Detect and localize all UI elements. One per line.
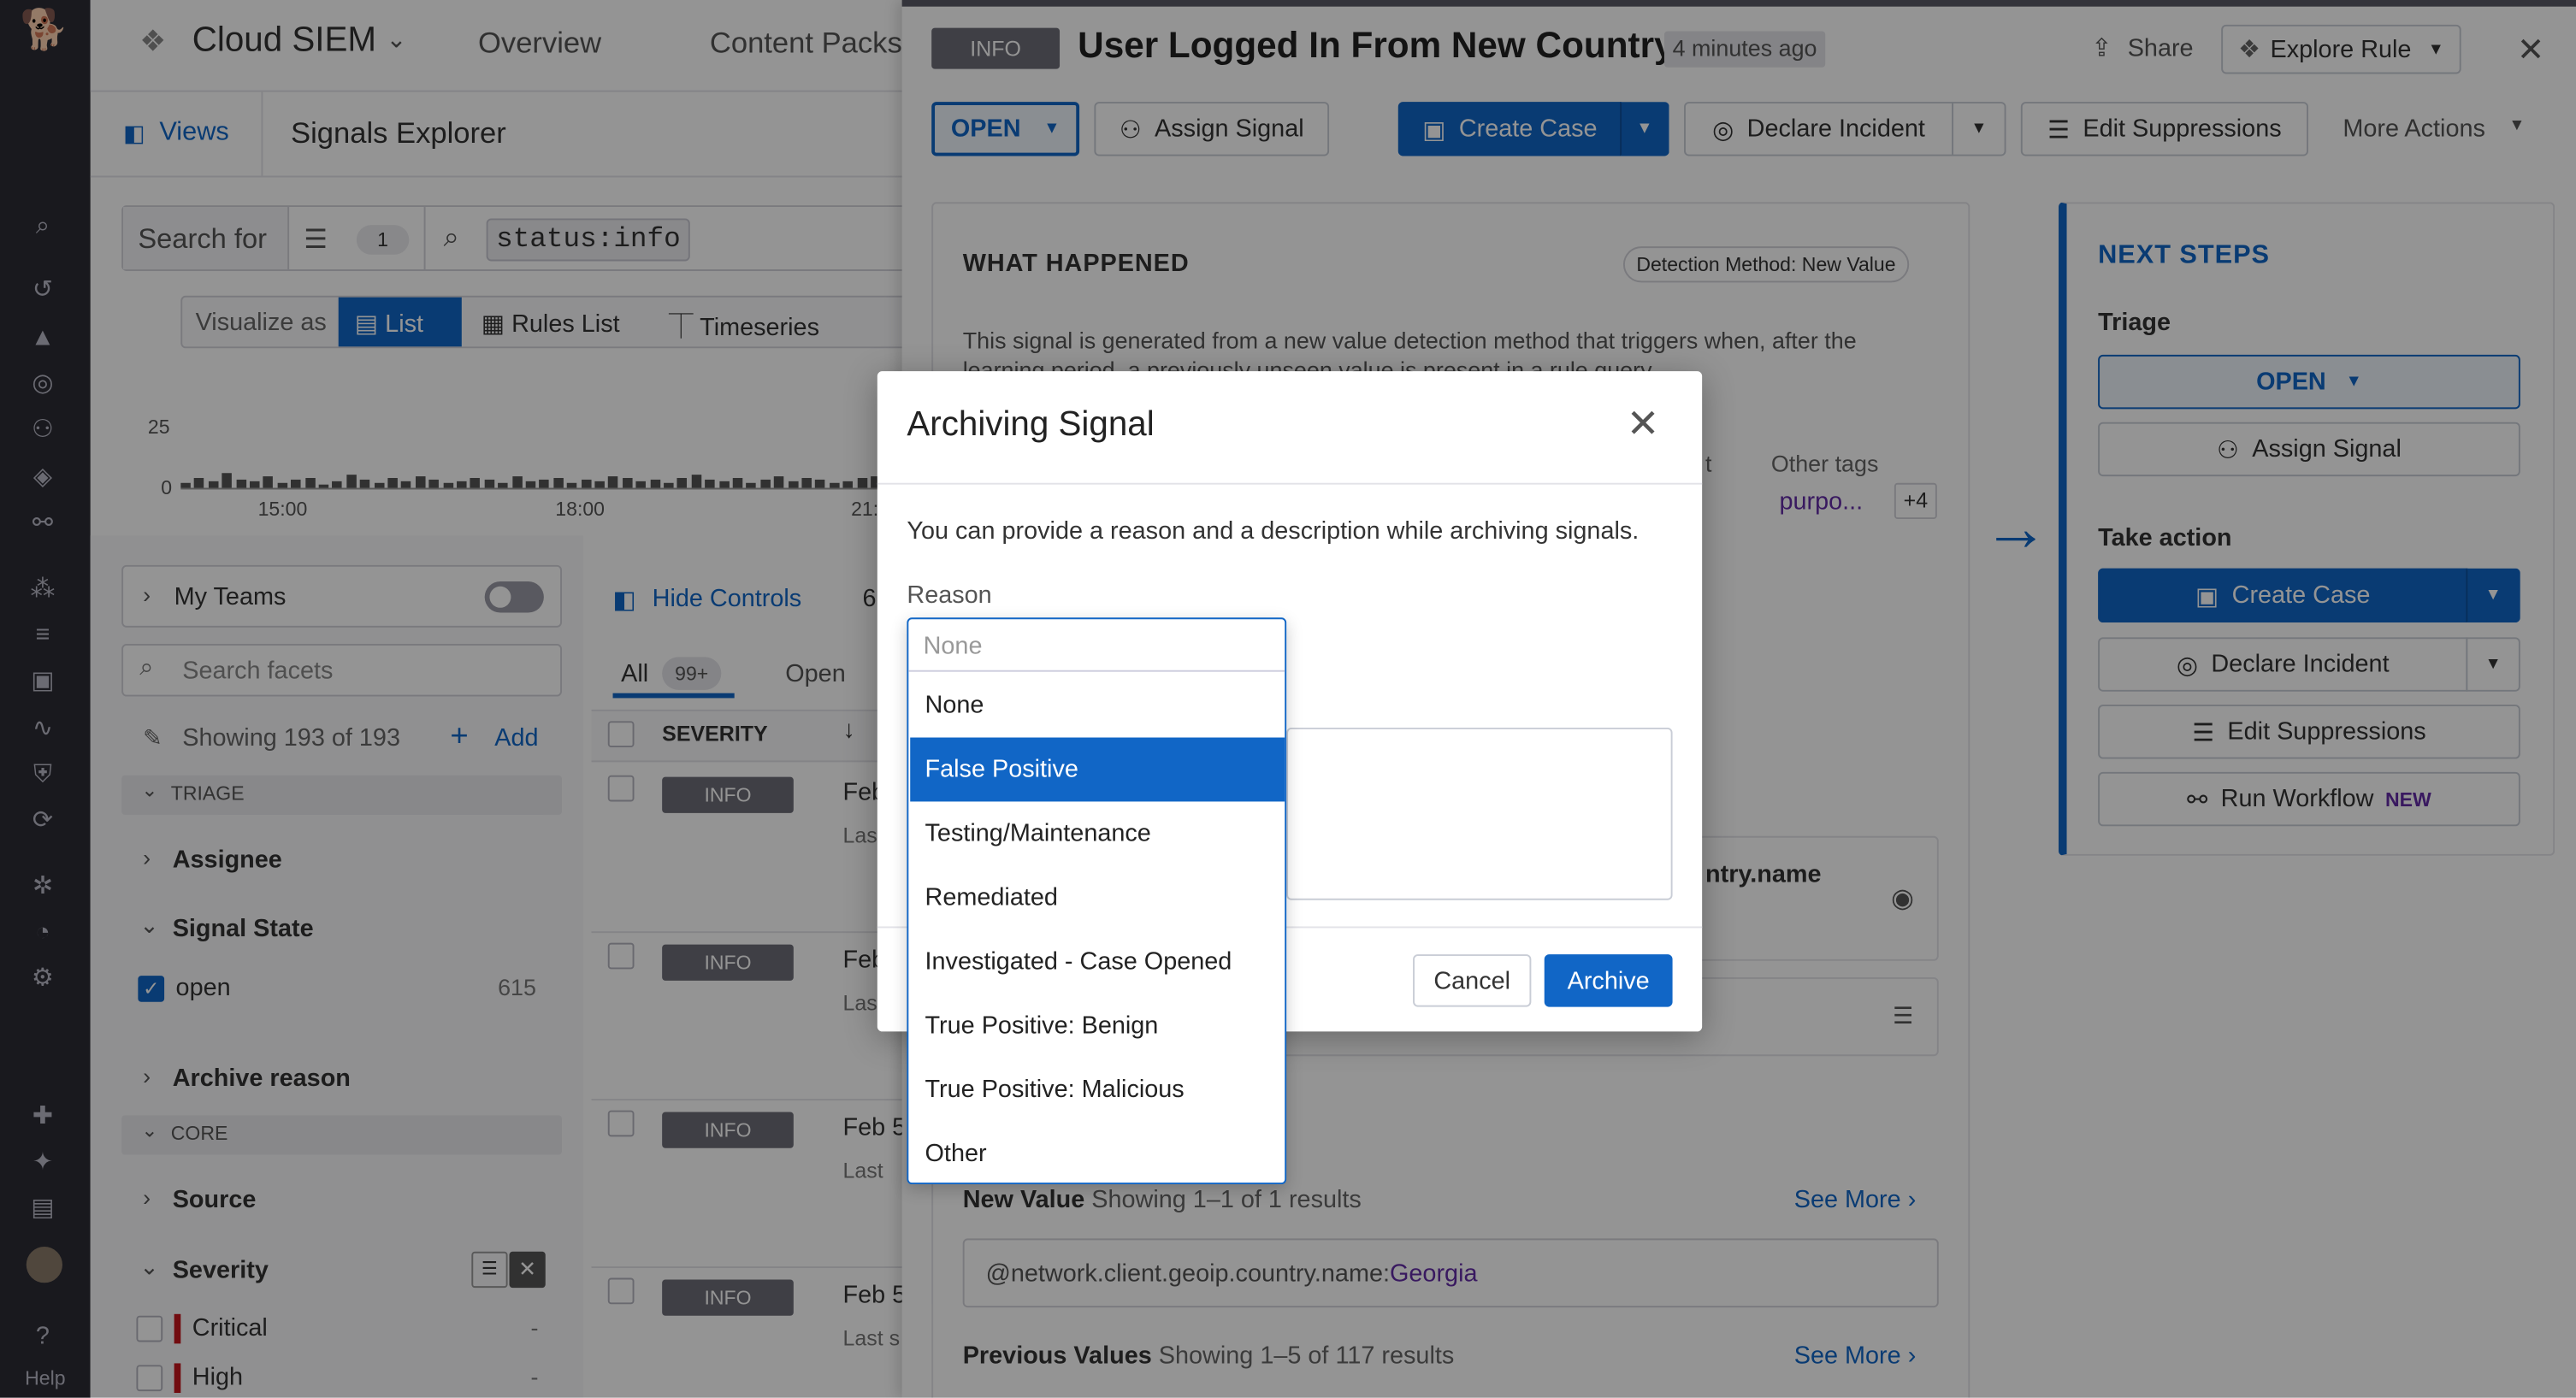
divider [877,482,1703,485]
archive-button[interactable]: Archive [1544,954,1673,1007]
close-icon[interactable]: ✕ [1627,401,1660,449]
reason-option[interactable]: True Positive: Benign [910,994,1285,1058]
modal-description: You can provide a reason and a descripti… [907,517,1640,546]
reason-option[interactable]: Investigated - Case Opened [910,929,1285,994]
reason-option[interactable]: Other [910,1122,1285,1186]
reason-label: Reason [907,581,992,610]
reason-option-selected[interactable]: False Positive [910,737,1285,802]
reason-option[interactable]: Testing/Maintenance [910,801,1285,865]
reason-select-placeholder[interactable]: None [908,619,1285,672]
reason-select[interactable]: None None False Positive Testing/Maintenan… [907,617,1287,1186]
reason-option[interactable]: Remediated [910,865,1285,929]
modal-title: Archiving Signal [907,405,1155,444]
cancel-button[interactable]: Cancel [1413,954,1532,1007]
description-textarea[interactable] [1286,728,1673,900]
reason-option[interactable]: True Positive: Malicious [910,1058,1285,1122]
reason-option[interactable]: None [910,674,1285,738]
